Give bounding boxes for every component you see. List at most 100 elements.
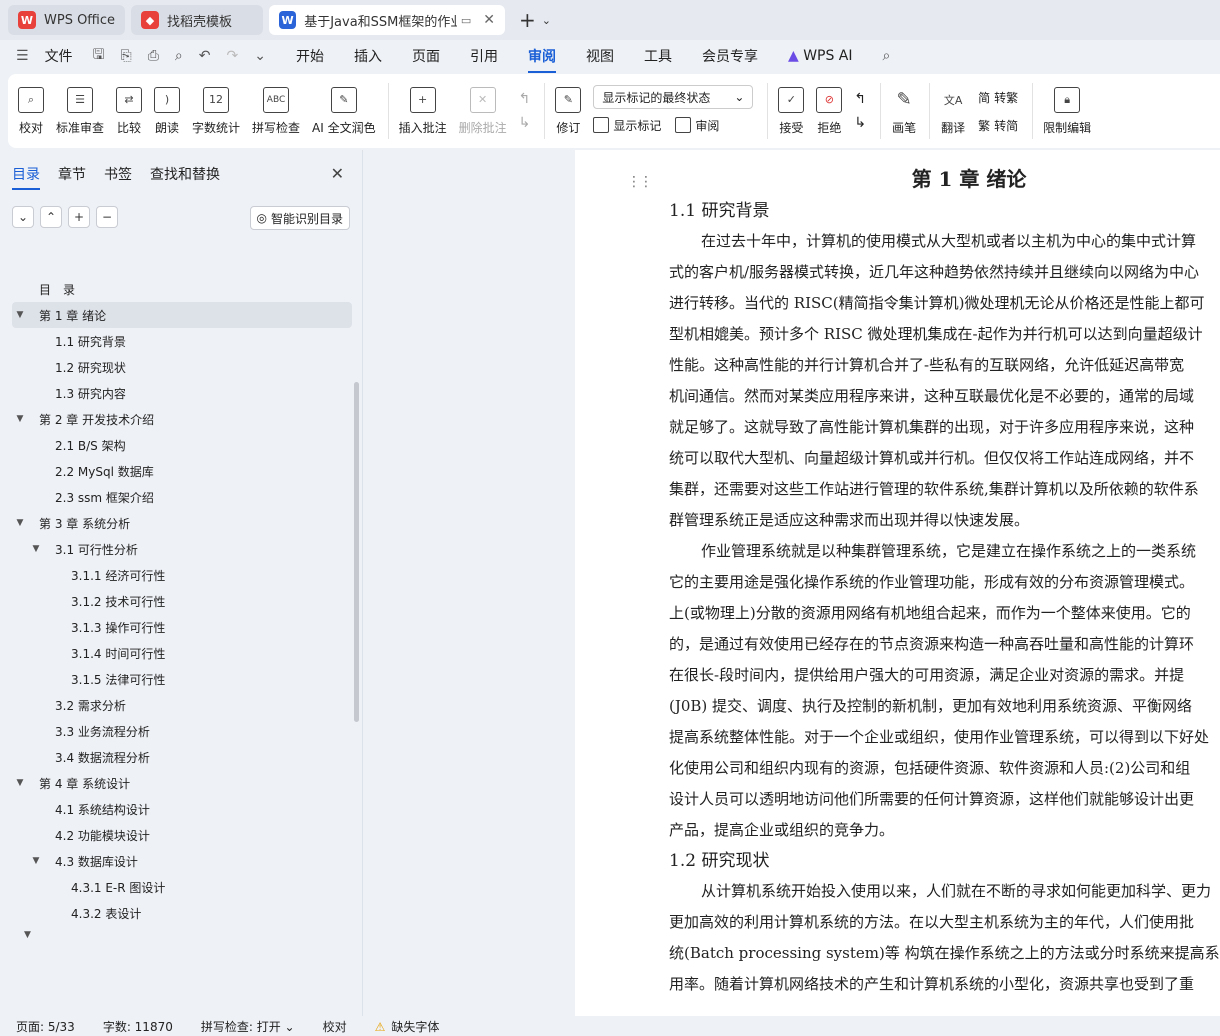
collapse-arrow-icon[interactable]: ▼ [12,414,28,424]
toc-item[interactable]: 3.3 业务流程分析 [12,718,352,744]
toc-item[interactable]: ▼ 第 2 章 开发技术介绍 [12,406,352,432]
toc-item[interactable]: 3.1.1 经济可行性 [12,562,352,588]
toc-item[interactable]: 3.1.4 时间可行性 [12,640,352,666]
remove-heading-icon[interactable]: − [96,206,118,228]
collapse-arrow-icon[interactable]: ▼ [28,544,44,554]
toc-item[interactable]: 3.1.3 操作可行性 [12,614,352,640]
paragraph-line: 它的主要用途是强化操作系统的作业管理功能，形成有效的分布资源管理模式。 [669,573,1195,591]
close-icon[interactable]: ✕ [483,12,495,28]
toc-item[interactable]: 目 录 [12,276,352,302]
to-traditional-button[interactable]: 简转繁 [978,83,1018,111]
markup-state-select[interactable]: 显示标记的最终状态 ⌄ [593,85,754,109]
collapse-arrow-icon[interactable]: ▼ [12,518,28,528]
translate-button[interactable]: 文A 翻译 [940,87,966,136]
chevron-down-icon[interactable]: ⌄ [542,14,551,27]
document-content[interactable]: 第 1 章 绪论 1.1 研究背景 在过去十年中，计算机的使用模式从大型机或者以… [669,162,1220,1000]
print-preview-icon[interactable]: ⌕ [175,48,183,64]
close-panel-icon[interactable]: ✕ [331,164,344,183]
change-nav-buttons[interactable]: ↰ ↳ [854,91,866,131]
toc-item[interactable]: 2.3 ssm 框架介绍 [12,484,352,510]
collapse-arrow-icon[interactable]: ▼ [12,310,28,320]
redo-icon[interactable]: ↷ [226,48,238,64]
paragraph-line: 的，是通过有效使用已经存在的节点资源来构造一种高吞吐量和高性能的计算环 [669,635,1195,653]
print-icon[interactable]: ⎙ [148,48,159,64]
hamburger-menu-icon[interactable]: ☰ [16,48,29,64]
add-heading-icon[interactable]: + [68,206,90,228]
standard-review-button[interactable]: ☰ 标准审查 [56,86,104,136]
insert-comment-button[interactable]: + 插入批注 [399,86,447,136]
save-icon[interactable]: 🖫 [93,44,105,68]
tab-wps-office[interactable]: W WPS Office [8,5,126,35]
toc-item[interactable]: ▼ 第 1 章 绪论 [12,302,352,328]
track-changes-button[interactable]: ✎ 修订 [555,86,582,136]
toc-item[interactable]: 4.3.2 表设计 [12,900,352,926]
toc-item[interactable]: 3.2 需求分析 [12,692,352,718]
toc-item[interactable]: 1.1 研究背景 [12,328,352,354]
spell-check-status[interactable]: 拼写检查: 打开 ⌄ [201,1018,295,1035]
menu-tools[interactable]: 工具 [644,46,672,66]
tab-sections[interactable]: 章节 [58,164,86,184]
ai-polish-button[interactable]: ✎ AI 全文润色 [312,86,376,136]
proofread-status[interactable]: 校对 [323,1018,347,1035]
toc-item[interactable]: 2.1 B/S 架构 [12,432,352,458]
toc-item[interactable]: 4.2 功能模块设计 [12,822,352,848]
menu-references[interactable]: 引用 [470,46,498,66]
collapse-arrow-icon[interactable]: ▼ [28,856,44,866]
toc-item[interactable]: ▼ 第 4 章 系统设计 [12,770,352,796]
menu-file[interactable]: 文件 [45,46,73,66]
toc-item[interactable]: ▼ 3.1 可行性分析 [12,536,352,562]
show-markup-button[interactable]: 显示标记 [613,117,661,134]
toc-item[interactable]: 3.1.2 技术可行性 [12,588,352,614]
toc-item[interactable]: 1.3 研究内容 [12,380,352,406]
accept-button[interactable]: ✓ 接受 [778,86,805,136]
toc-item[interactable]: 3.4 数据流程分析 [12,744,352,770]
toc-item[interactable]: 4.3.1 E-R 图设计 [12,874,352,900]
undo-icon[interactable]: ↶ [199,48,211,64]
to-simplified-button[interactable]: 繁转简 [978,111,1018,139]
tab-docer-templates[interactable]: ◆ 找稻壳模板 [131,5,264,35]
proofread-button[interactable]: ⌕ 校对 [18,86,44,136]
toc-item[interactable]: ▼ 4.3 数据库设计 [12,848,352,874]
new-tab-plus-icon[interactable]: + [519,8,536,32]
expand-down-icon[interactable]: ⌄ [12,206,34,228]
tab-document[interactable]: W 基于Java和SSM框架的作业管 ▭ ✕ [269,5,506,35]
delete-comment-button[interactable]: ✕ 删除批注 [459,86,507,136]
review-pane-button[interactable]: 审阅 [695,117,719,134]
page-indicator[interactable]: 页面: 5/33 [16,1018,75,1035]
menu-home[interactable]: 开始 [296,46,324,66]
spell-check-button[interactable]: ABC 拼写检查 [252,86,300,136]
drag-handle-icon[interactable]: ⋮⋮ [627,174,653,190]
chevron-down-icon[interactable]: ⌄ [254,48,266,64]
word-count-button[interactable]: 12 字数统计 [192,86,240,136]
menu-view[interactable]: 视图 [586,46,614,66]
comment-nav-buttons[interactable]: ↰ ↳ [519,91,531,131]
menu-insert[interactable]: 插入 [354,46,382,66]
reject-button[interactable]: ⊘ 拒绝 [816,86,843,136]
menu-review[interactable]: 审阅 [527,46,556,73]
collapse-up-icon[interactable]: ⌃ [40,206,62,228]
ink-button[interactable]: ✎ 画笔 [891,87,917,136]
toc-scrollbar[interactable] [354,382,359,722]
restrict-editing-button[interactable]: 🔒︎ 限制编辑 [1043,86,1091,136]
tab-find-replace[interactable]: 查找和替换 [150,164,220,184]
document-page[interactable]: ⋮⋮ 第 1 章 绪论 1.1 研究背景 在过去十年中，计算机的使用模式从大型机… [575,150,1220,1016]
tab-toc[interactable]: 目录 [12,164,40,190]
missing-font-status[interactable]: ⚠ 缺失字体 [375,1018,440,1035]
collapse-arrow-icon[interactable]: ▼ [12,778,28,788]
menu-wps-ai[interactable]: ▲ WPS AI [788,48,853,64]
toc-item[interactable]: 1.2 研究现状 [12,354,352,380]
compare-button[interactable]: ⇄ 比较 [116,86,143,136]
toc-item[interactable]: 4.1 系统结构设计 [12,796,352,822]
read-aloud-button[interactable]: ) 朗读 [154,86,181,136]
search-icon[interactable]: ⌕ [883,48,891,64]
menu-page[interactable]: 页面 [412,46,440,66]
export-icon[interactable]: ⎘ [121,48,132,64]
toc-item[interactable]: 3.1.5 法律可行性 [12,666,352,692]
word-count-indicator[interactable]: 字数: 11870 [103,1018,173,1035]
tab-bookmarks[interactable]: 书签 [104,164,132,184]
toc-item[interactable]: ▼ 第 3 章 系统分析 [12,510,352,536]
menu-member[interactable]: 会员专享 [702,46,758,66]
expand-arrow-icon[interactable]: ▼ [24,930,31,940]
toc-item[interactable]: 2.2 MySql 数据库 [12,458,352,484]
smart-toc-button[interactable]: ◎ 智能识别目录 [249,206,350,230]
